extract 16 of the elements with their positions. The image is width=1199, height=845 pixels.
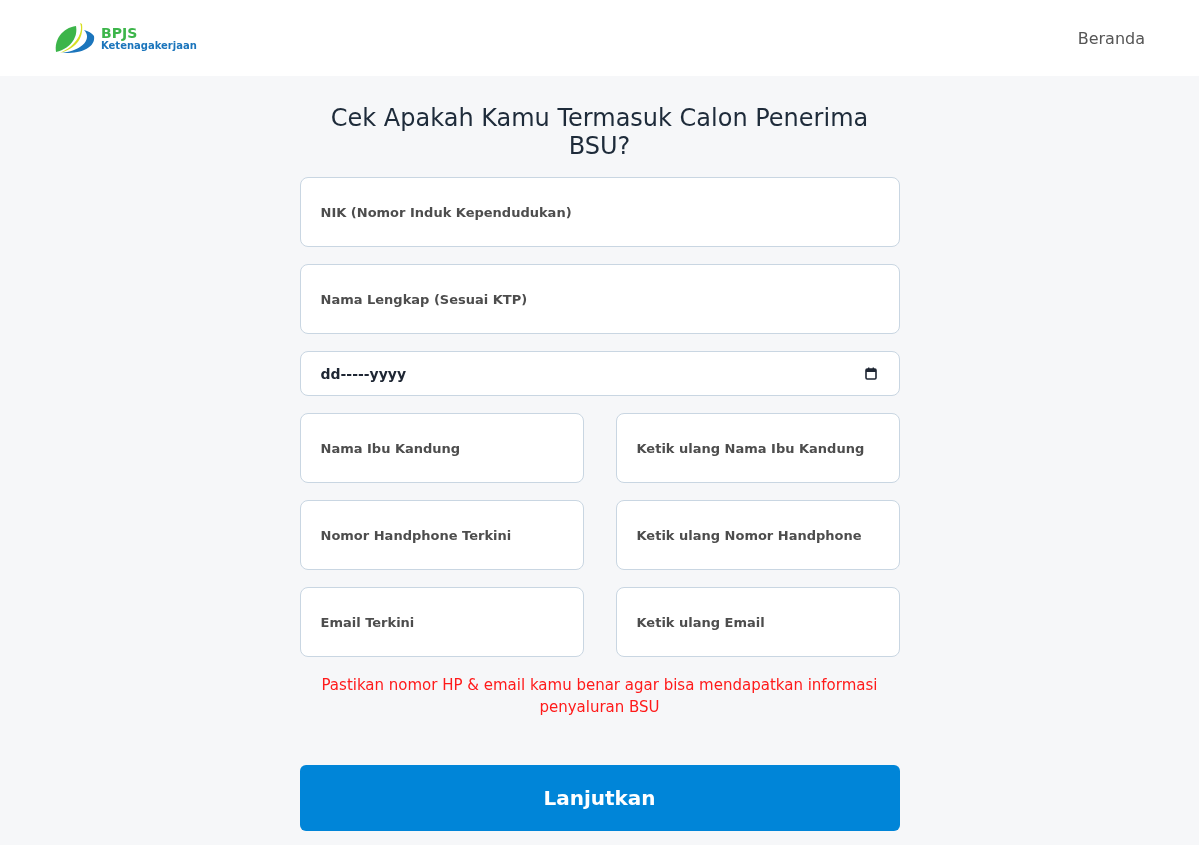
date-field[interactable]: dd-----yyyy: [299, 351, 900, 396]
input-field[interactable]: Ketik ulang Email: [615, 587, 900, 657]
input-field[interactable]: Nomor Handphone Terkini: [299, 500, 584, 570]
brand-subtitle: Ketenagakerjaan: [101, 40, 197, 51]
warning-text: Pastikan nomor HP & email kamu benar agar bisa mendapatkan informasi penyaluran BSU: [320, 675, 879, 718]
input-field[interactable]: Ketik ulang Nomor Handphone: [615, 500, 900, 570]
input-field[interactable]: NIK (Nomor Induk Kependudukan): [299, 177, 900, 247]
input-field[interactable]: Email Terkini: [299, 587, 584, 657]
submit-button[interactable]: Lanjutkan: [299, 765, 900, 831]
input-field[interactable]: Nama Lengkap (Sesuai KTP): [299, 264, 900, 334]
calendar-icon[interactable]: [864, 367, 877, 380]
brand-name: BPJS: [101, 25, 138, 40]
input-field[interactable]: Ketik ulang Nama Ibu Kandung: [615, 413, 900, 483]
form-title: Cek Apakah Kamu Termasuk Calon Penerima BSU?: [329, 104, 870, 160]
input-field[interactable]: Nama Ibu Kandung: [299, 413, 584, 483]
nav-link[interactable]: Beranda: [1077, 28, 1145, 48]
